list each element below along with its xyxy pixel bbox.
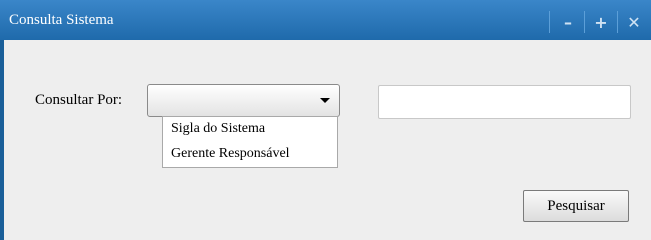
title-separator (617, 11, 618, 33)
dialog-body: Consultar Por: Sigla do Sistema Gerente … (4, 40, 651, 240)
chevron-down-icon[interactable] (320, 98, 330, 103)
minimize-button[interactable]: – (558, 13, 578, 32)
consult-by-options: Sigla do Sistema Gerente Responsável (162, 116, 338, 168)
title-separator (549, 11, 550, 33)
consult-by-select[interactable] (147, 84, 340, 117)
close-button[interactable]: ✕ (624, 13, 644, 32)
consult-by-label: Consultar Por: (35, 92, 123, 108)
search-button[interactable]: Pesquisar (523, 190, 629, 222)
window: Consulta Sistema – + ✕ Consultar Por: Si… (0, 0, 651, 240)
title-bar: Consulta Sistema – + ✕ (0, 0, 651, 40)
option-gerente-responsavel[interactable]: Gerente Responsável (171, 146, 290, 162)
search-input[interactable] (378, 85, 631, 119)
window-title: Consulta Sistema (9, 12, 114, 28)
title-separator (584, 11, 585, 33)
option-sigla-do-sistema[interactable]: Sigla do Sistema (171, 121, 265, 137)
maximize-button[interactable]: + (591, 13, 611, 32)
